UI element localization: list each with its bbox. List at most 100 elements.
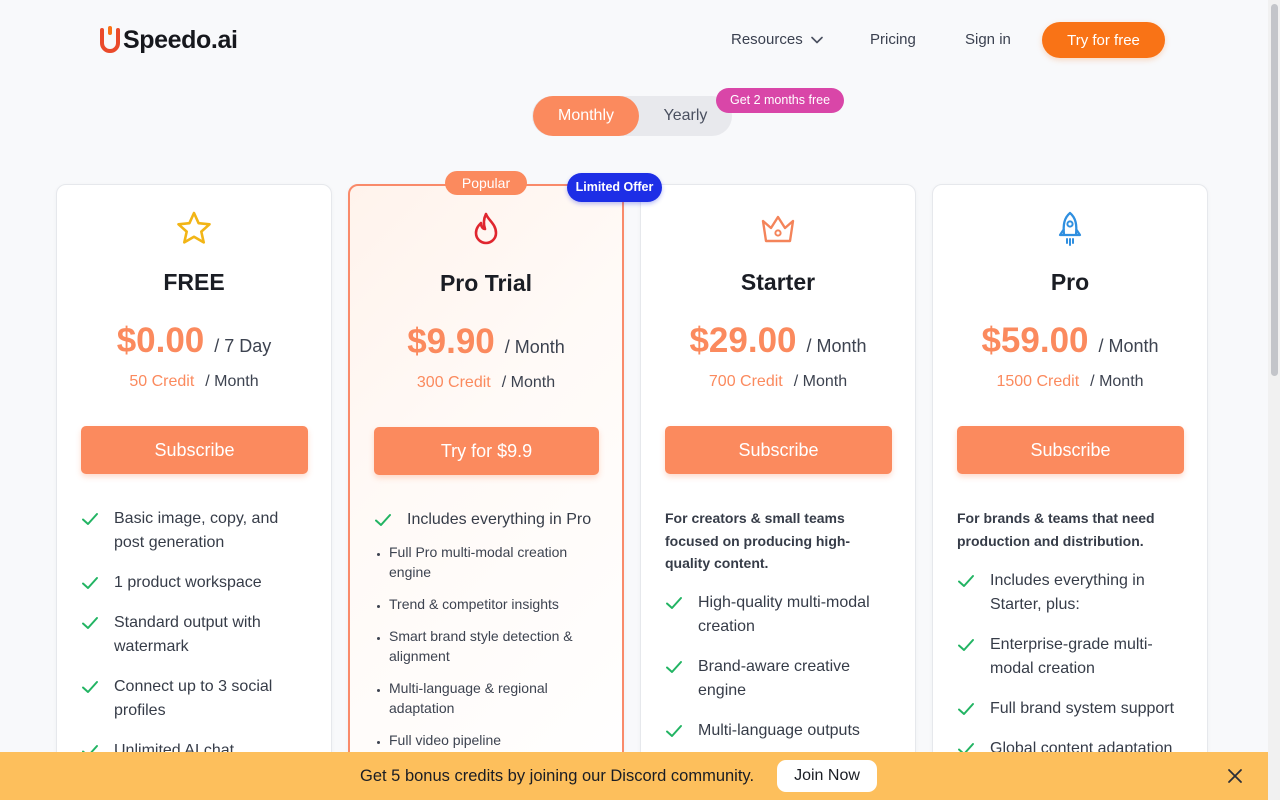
check-icon <box>666 725 682 737</box>
chevron-down-icon <box>810 36 823 44</box>
plan-period: / 7 Day <box>214 336 272 356</box>
feature-item: Full brand system support <box>957 697 1187 721</box>
sub-feature-item: Smart brand style detection & alignment <box>374 626 604 666</box>
feature-item: Connect up to 3 social profiles <box>81 675 311 723</box>
feature-item: Includes everything in Pro <box>374 508 604 532</box>
site-header: Speedo.ai Resources Pricing Sign in Try … <box>0 0 1268 80</box>
feature-text: Full brand system support <box>990 700 1175 717</box>
try-pro-trial-button[interactable]: Try for $9.9 <box>374 427 599 475</box>
feature-item: Standard output with watermark <box>81 611 311 659</box>
plan-credit: 700 Credit <box>708 373 783 390</box>
plan-tagline: For creators & small teams focused on pr… <box>665 510 851 571</box>
credit-row: 1500 Credit / Month <box>933 373 1207 391</box>
plan-card-starter: Starter $29.00 / Month 700 Credit / Mont… <box>640 184 916 800</box>
check-icon <box>666 661 682 673</box>
price-row: $59.00 / Month <box>933 321 1207 361</box>
check-icon <box>82 681 98 693</box>
feature-item: High-quality multi-modal creation <box>665 591 895 639</box>
credit-row: 700 Credit / Month <box>641 373 915 391</box>
feature-list: Basic image, copy, and post generation 1… <box>81 507 311 779</box>
plan-price: $0.00 <box>116 321 205 360</box>
plan-period: / Month <box>504 337 565 357</box>
plan-credit-unit: / Month <box>205 373 259 390</box>
price-row: $0.00 / 7 Day <box>57 321 331 361</box>
page-scrollbar[interactable] <box>1268 0 1280 800</box>
plan-credit: 1500 Credit <box>996 373 1080 390</box>
feature-text: Brand-aware creative engine <box>698 658 851 699</box>
billing-toggle: Monthly Yearly <box>532 96 732 136</box>
plan-price: $9.90 <box>407 322 495 361</box>
discord-banner: Get 5 bonus credits by joining our Disco… <box>0 752 1268 800</box>
banner-text: Get 5 bonus credits by joining our Disco… <box>360 767 755 785</box>
billing-monthly-option[interactable]: Monthly <box>533 96 639 136</box>
feature-text: Connect up to 3 social profiles <box>114 678 273 719</box>
plan-credit-unit: / Month <box>501 374 556 391</box>
feature-text: Standard output with watermark <box>114 614 261 655</box>
feature-text: Multi-language outputs <box>698 722 860 739</box>
popular-badge: Popular <box>445 171 527 195</box>
crown-icon <box>761 215 795 243</box>
subscribe-free-button[interactable]: Subscribe <box>81 426 308 474</box>
plan-name: Pro <box>1050 269 1090 295</box>
plan-card-free: FREE $0.00 / 7 Day 50 Credit / Month Sub… <box>56 184 332 800</box>
check-icon <box>958 639 974 651</box>
check-icon <box>82 617 98 629</box>
feature-text: Enterprise-grade multi-modal creation <box>990 636 1153 677</box>
close-icon[interactable] <box>1225 766 1245 786</box>
check-icon <box>666 597 682 609</box>
nav-resources[interactable]: Resources <box>731 22 823 58</box>
feature-item: Includes everything in Starter, plus: <box>957 569 1187 617</box>
check-icon <box>958 575 974 587</box>
plan-credit: 50 Credit <box>129 373 195 390</box>
plan-price: $59.00 <box>981 321 1089 360</box>
feature-text: 1 product workspace <box>114 574 262 591</box>
plan-credit: 300 Credit <box>416 374 491 391</box>
yearly-discount-badge: Get 2 months free <box>716 88 844 113</box>
plan-credit-unit: / Month <box>793 373 848 390</box>
price-row: $9.90 / Month <box>350 322 622 362</box>
subscribe-pro-button[interactable]: Subscribe <box>957 426 1184 474</box>
subscribe-starter-button[interactable]: Subscribe <box>665 426 892 474</box>
plan-period: / Month <box>806 336 867 356</box>
feature-text: High-quality multi-modal creation <box>698 594 870 635</box>
try-for-free-button[interactable]: Try for free <box>1042 22 1165 58</box>
feature-item: Enterprise-grade multi-modal creation <box>957 633 1187 681</box>
limited-offer-badge: Limited Offer <box>567 173 662 202</box>
feature-item: Basic image, copy, and post generation <box>81 507 311 555</box>
scrollbar-thumb[interactable] <box>1271 4 1278 376</box>
join-discord-button[interactable]: Join Now <box>777 760 877 792</box>
feature-item: Multi-language outputs <box>665 719 895 743</box>
feature-item: 1 product workspace <box>81 571 311 595</box>
plan-name: Starter <box>740 269 816 295</box>
credit-row: 300 Credit / Month <box>350 374 622 392</box>
plan-period: / Month <box>1098 336 1159 356</box>
sub-feature-list: Full Pro multi-modal creation engine Tre… <box>374 542 604 750</box>
check-icon <box>82 513 98 525</box>
check-icon <box>375 514 391 526</box>
sub-feature-item: Full Pro multi-modal creation engine <box>374 542 604 582</box>
sub-feature-group: Full Pro multi-modal creation engine Tre… <box>374 542 604 750</box>
nav-pricing[interactable]: Pricing <box>870 22 916 58</box>
star-icon <box>177 211 211 244</box>
plan-card-pro: Pro $59.00 / Month 1500 Credit / Month S… <box>932 184 1208 800</box>
sub-feature-item: Full video pipeline <box>374 730 604 750</box>
credit-row: 50 Credit / Month <box>57 373 331 391</box>
price-row: $29.00 / Month <box>641 321 915 361</box>
feature-list: High-quality multi-modal creation Brand-… <box>665 591 895 759</box>
feature-text: Basic image, copy, and post generation <box>114 510 279 551</box>
check-icon <box>958 703 974 715</box>
plan-credit-unit: / Month <box>1090 373 1144 390</box>
feature-item: Brand-aware creative engine <box>665 655 895 703</box>
plan-price: $29.00 <box>689 321 797 360</box>
feature-list: Includes everything in Starter, plus: En… <box>957 569 1187 777</box>
check-icon <box>82 577 98 589</box>
plan-name: FREE <box>163 269 225 295</box>
flame-icon <box>474 212 498 245</box>
rocket-icon <box>1058 211 1082 246</box>
nav-sign-in[interactable]: Sign in <box>965 22 1011 58</box>
plan-name: Pro Trial <box>439 270 533 296</box>
plan-tagline: For brands & teams that need production … <box>957 510 1155 549</box>
nav-resources-label: Resources <box>731 31 803 48</box>
feature-text: Includes everything in Starter, plus: <box>990 572 1145 613</box>
feature-list: Includes everything in Pro Full Pro mult… <box>374 508 604 762</box>
